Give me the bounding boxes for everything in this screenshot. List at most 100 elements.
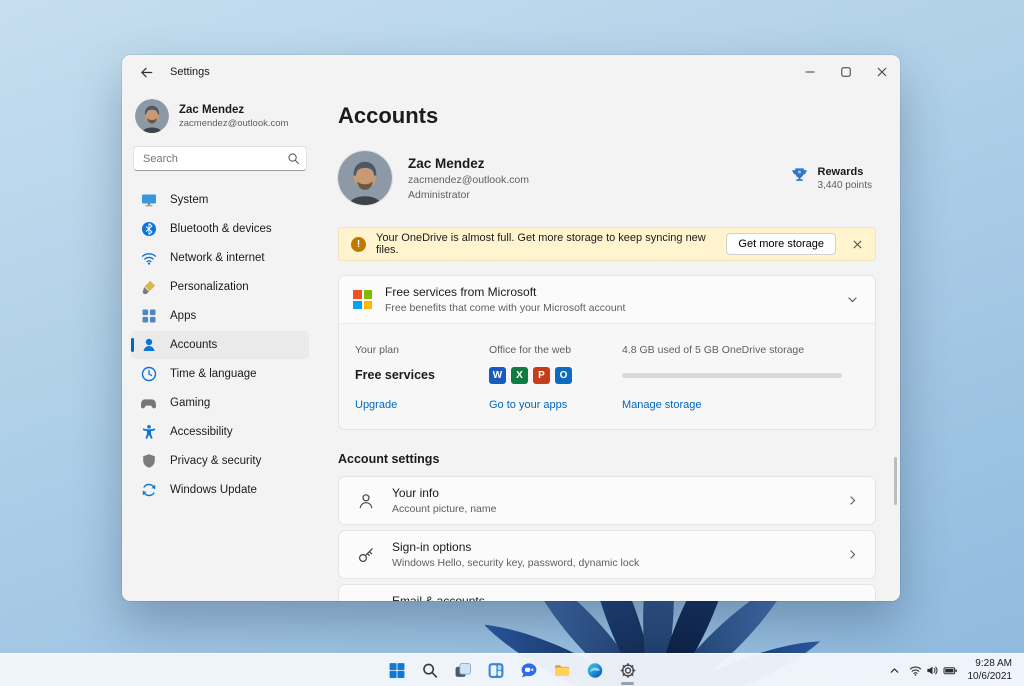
maximize-button[interactable] <box>828 55 864 89</box>
chevron-right-icon <box>846 494 859 507</box>
microsoft-logo-icon <box>353 290 372 309</box>
search-box <box>133 146 307 171</box>
sidebar-item-label: Bluetooth & devices <box>170 223 272 235</box>
scrollbar-thumb[interactable] <box>894 457 897 505</box>
back-button[interactable] <box>135 61 157 83</box>
free-services-header[interactable]: Free services from Microsoft Free benefi… <box>339 276 875 323</box>
search-button[interactable] <box>416 656 444 685</box>
chat-icon <box>521 662 536 677</box>
taskbar-clock[interactable]: 9:28 AM 10/6/2021 <box>962 657 1022 684</box>
taskbar-center <box>383 654 642 686</box>
folder-icon <box>554 664 569 676</box>
word-icon[interactable]: W <box>489 366 506 384</box>
powerpoint-icon[interactable]: P <box>533 366 550 384</box>
person-icon <box>141 337 157 353</box>
clock-date: 10/6/2021 <box>967 671 1013 682</box>
sidebar-item-gaming[interactable]: Gaming <box>131 389 309 417</box>
sidebar-item-apps[interactable]: Apps <box>131 302 309 330</box>
sidebar-item-accounts[interactable]: Accounts <box>131 331 309 359</box>
shield-icon <box>141 453 157 469</box>
taskbar: 9:28 AM 10/6/2021 <box>0 653 1024 686</box>
upgrade-link[interactable]: Upgrade <box>355 399 397 411</box>
office-label: Office for the web <box>489 344 572 356</box>
sidebar-user-card[interactable]: Zac Mendez zacmendez@outlook.com <box>131 93 309 146</box>
accessibility-icon <box>141 424 157 440</box>
office-apps: W X P O <box>489 366 572 384</box>
widgets-button[interactable] <box>482 656 510 685</box>
sidebar-nav: System Bluetooth & devices Network & int… <box>131 186 309 504</box>
main-content: Accounts Zac Mendez zacmendez@outlook.co… <box>318 89 900 601</box>
office-column: Office for the web W X P O Go to your ap… <box>489 338 622 411</box>
start-button[interactable] <box>383 656 411 685</box>
sidebar-item-label: Privacy & security <box>170 455 262 467</box>
sidebar-item-network-internet[interactable]: Network & internet <box>131 244 309 272</box>
sidebar-item-privacy-security[interactable]: Privacy & security <box>131 447 309 475</box>
sidebar-item-label: Windows Update <box>170 484 257 496</box>
chat-button[interactable] <box>515 656 543 685</box>
go-to-apps-link[interactable]: Go to your apps <box>489 399 567 411</box>
tray-chevron-button[interactable] <box>884 657 905 684</box>
your-info-row[interactable]: Your info Account picture, name <box>338 476 876 525</box>
plan-name: Free services <box>355 368 435 382</box>
clock-time: 9:28 AM <box>975 657 1012 669</box>
your-plan-label: Your plan <box>355 344 399 356</box>
sidebar-item-label: Network & internet <box>170 252 265 264</box>
setting-subtitle: Account picture, name <box>392 503 497 515</box>
sidebar-item-label: Time & language <box>170 368 257 380</box>
sidebar-user-name: Zac Mendez <box>179 103 245 116</box>
envelope-icon <box>357 600 375 602</box>
email-accounts-row[interactable]: Email & accounts Accounts used by email,… <box>338 584 876 601</box>
key-icon <box>358 547 373 562</box>
minimize-button[interactable] <box>792 55 828 89</box>
wifi-icon <box>909 666 921 676</box>
sidebar-item-bluetooth-devices[interactable]: Bluetooth & devices <box>131 215 309 243</box>
sidebar-item-personalization[interactable]: Personalization <box>131 273 309 301</box>
gamepad-icon <box>141 395 157 411</box>
get-more-storage-button[interactable]: Get more storage <box>726 233 837 255</box>
person-outline-icon <box>359 493 373 508</box>
rewards-widget[interactable]: Rewards 3,440 points <box>790 166 873 191</box>
close-icon <box>877 67 887 77</box>
edge-button[interactable] <box>581 656 609 685</box>
chevron-down-icon[interactable] <box>846 293 859 306</box>
avatar <box>135 99 169 133</box>
apps-grid-icon <box>141 308 157 324</box>
storage-label: 4.8 GB used of 5 GB OneDrive storage <box>622 344 805 356</box>
titlebar: Settings <box>122 55 900 89</box>
sidebar-item-label: Personalization <box>170 281 249 293</box>
profile-name: Zac Mendez <box>408 155 485 171</box>
manage-storage-link[interactable]: Manage storage <box>622 399 702 411</box>
outlook-icon[interactable]: O <box>555 366 572 384</box>
sidebar-item-time-language[interactable]: Time & language <box>131 360 309 388</box>
sidebar-item-system[interactable]: System <box>131 186 309 214</box>
sign-in-options-row[interactable]: Sign-in options Windows Hello, security … <box>338 530 876 579</box>
sidebar-item-accessibility[interactable]: Accessibility <box>131 418 309 446</box>
search-icon <box>422 663 437 678</box>
update-icon <box>141 482 157 498</box>
window-body: Zac Mendez zacmendez@outlook.com System <box>122 89 900 601</box>
paintbrush-icon <box>141 279 157 295</box>
sidebar-item-label: Accessibility <box>170 426 233 438</box>
banner-close-button[interactable] <box>846 232 869 256</box>
avatar <box>338 151 392 205</box>
setting-title: Email & accounts <box>392 594 485 601</box>
settings-app-button[interactable] <box>614 656 642 685</box>
sidebar: Zac Mendez zacmendez@outlook.com System <box>122 89 318 601</box>
excel-icon[interactable]: X <box>511 366 528 384</box>
profile-section: Zac Mendez zacmendez@outlook.com Adminis… <box>338 151 876 205</box>
rewards-trophy-icon <box>791 167 807 181</box>
sidebar-item-windows-update[interactable]: Windows Update <box>131 476 309 504</box>
chevron-up-icon <box>890 667 898 673</box>
tray-status-button[interactable] <box>905 657 962 684</box>
account-settings-list: Your info Account picture, name Sign-in … <box>338 476 876 601</box>
rewards-points: 3,440 points <box>817 179 873 191</box>
sidebar-item-label: System <box>170 194 209 206</box>
close-button[interactable] <box>864 55 900 89</box>
search-input[interactable] <box>133 146 307 171</box>
file-explorer-button[interactable] <box>548 656 576 685</box>
plan-details: Your plan Free services Upgrade Office f… <box>339 323 875 429</box>
back-arrow-icon <box>140 67 152 77</box>
close-icon <box>853 239 862 249</box>
task-view-button[interactable] <box>449 656 477 685</box>
profile-email: zacmendez@outlook.com <box>408 173 529 186</box>
